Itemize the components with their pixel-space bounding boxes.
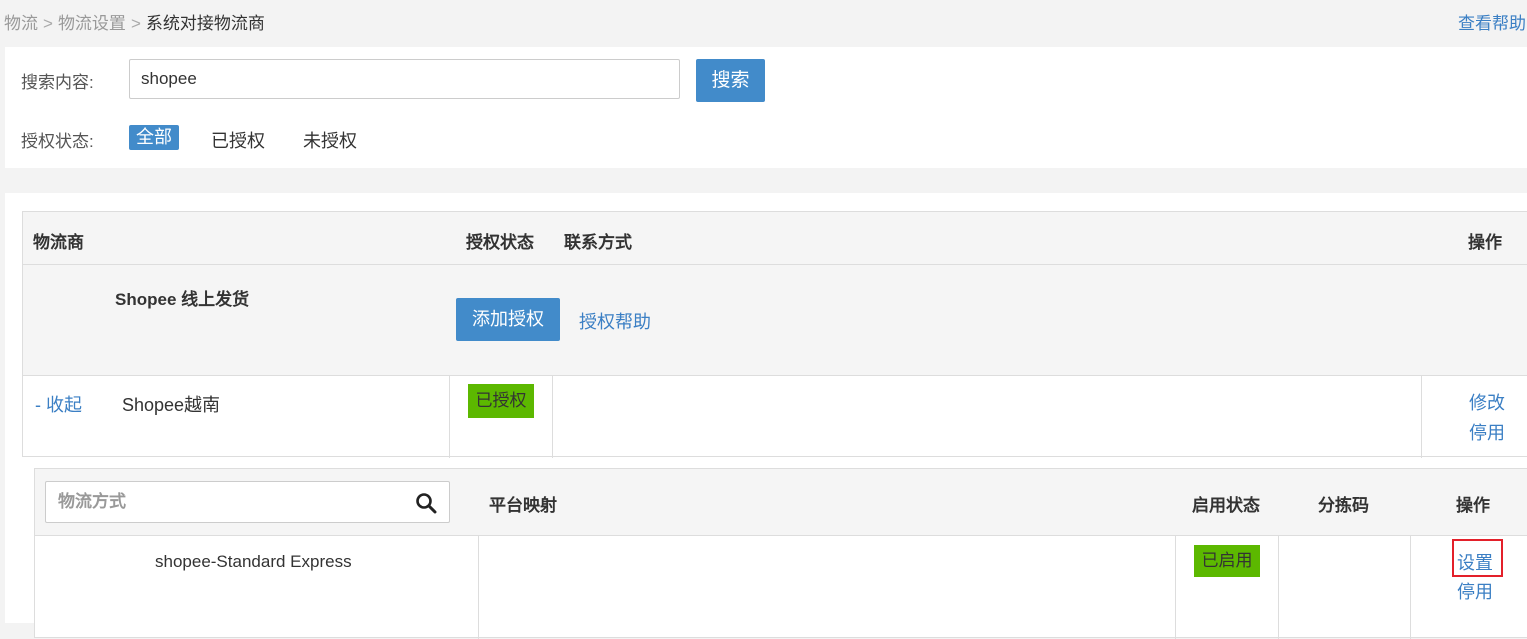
column-divider	[478, 535, 479, 639]
header-contact: 联系方式	[564, 233, 632, 252]
auth-status-label: 授权状态:	[21, 132, 94, 151]
shipping-method-table: 物流方式 平台映射 启用状态 分拣码 操作 shopee-Standard Ex…	[34, 468, 1527, 639]
column-divider	[1410, 535, 1411, 639]
header-platform-mapping: 平台映射	[489, 496, 557, 515]
auth-help-link[interactable]: 授权帮助	[579, 308, 651, 334]
breadcrumb-item-logistics[interactable]: 物流	[4, 14, 38, 33]
breadcrumb-current: 系统对接物流商	[145, 14, 265, 33]
enabled-badge: 已启用	[1194, 545, 1260, 577]
disable-carrier-link[interactable]: 停用	[1469, 419, 1505, 445]
shipping-method-header: 物流方式 平台映射 启用状态 分拣码 操作	[35, 469, 1527, 536]
column-divider	[1278, 535, 1279, 639]
method-settings-link[interactable]: 设置	[1457, 549, 1493, 575]
breadcrumb-separator: >	[43, 14, 53, 33]
method-disable-link[interactable]: 停用	[1457, 578, 1493, 604]
view-help-link[interactable]: 查看帮助	[1458, 9, 1526, 34]
search-icon[interactable]	[415, 492, 437, 514]
shipping-method-name: shopee-Standard Express	[155, 552, 352, 571]
edit-link[interactable]: 修改	[1469, 389, 1505, 415]
carrier-name: Shopee越南	[122, 395, 221, 415]
filter-panel: 搜索内容: shopee 搜索 授权状态: 全部 已授权 未授权	[5, 47, 1527, 168]
search-label: 搜索内容:	[21, 73, 94, 92]
carrier-group-row: Shopee 线上发货 添加授权 授权帮助	[22, 265, 1527, 375]
add-auth-button[interactable]: 添加授权	[456, 298, 560, 341]
search-input[interactable]: shopee	[129, 59, 680, 99]
carrier-panel: 物流商 授权状态 联系方式 操作 Shopee 线上发货 添加授权 授权帮助 -…	[5, 193, 1527, 639]
column-divider	[449, 376, 450, 458]
header-enabled-status: 启用状态	[1192, 496, 1260, 515]
breadcrumb: 物流 > 物流设置 > 系统对接物流商	[4, 9, 265, 34]
breadcrumb-item-logistics-settings[interactable]: 物流设置	[58, 14, 126, 33]
carrier-table-header: 物流商 授权状态 联系方式 操作	[22, 211, 1527, 265]
column-divider	[552, 376, 553, 458]
collapse-link[interactable]: - 收起	[35, 391, 82, 417]
column-divider	[1421, 376, 1422, 458]
auth-filter-all[interactable]: 全部	[129, 125, 179, 150]
header-auth-status: 授权状态	[466, 233, 534, 252]
search-button[interactable]: 搜索	[696, 59, 765, 102]
breadcrumb-separator: >	[130, 14, 141, 33]
header-carrier: 物流商	[33, 233, 84, 252]
shipping-method-search-input[interactable]: 物流方式	[45, 481, 450, 523]
group-title: Shopee 线上发货	[115, 290, 250, 309]
auth-filter-authorized[interactable]: 已授权	[211, 127, 265, 153]
shipping-method-row: shopee-Standard Express 已启用 设置 停用	[35, 535, 1527, 639]
column-divider	[1175, 535, 1176, 639]
auth-filter-unauthorized[interactable]: 未授权	[303, 127, 357, 153]
header-actions: 操作	[1468, 233, 1502, 252]
authorized-badge: 已授权	[468, 384, 534, 418]
header-method-actions: 操作	[1456, 496, 1490, 515]
carrier-row: - 收起 Shopee越南 已授权 修改 停用	[22, 375, 1527, 458]
header-sort-code: 分拣码	[1318, 496, 1369, 515]
